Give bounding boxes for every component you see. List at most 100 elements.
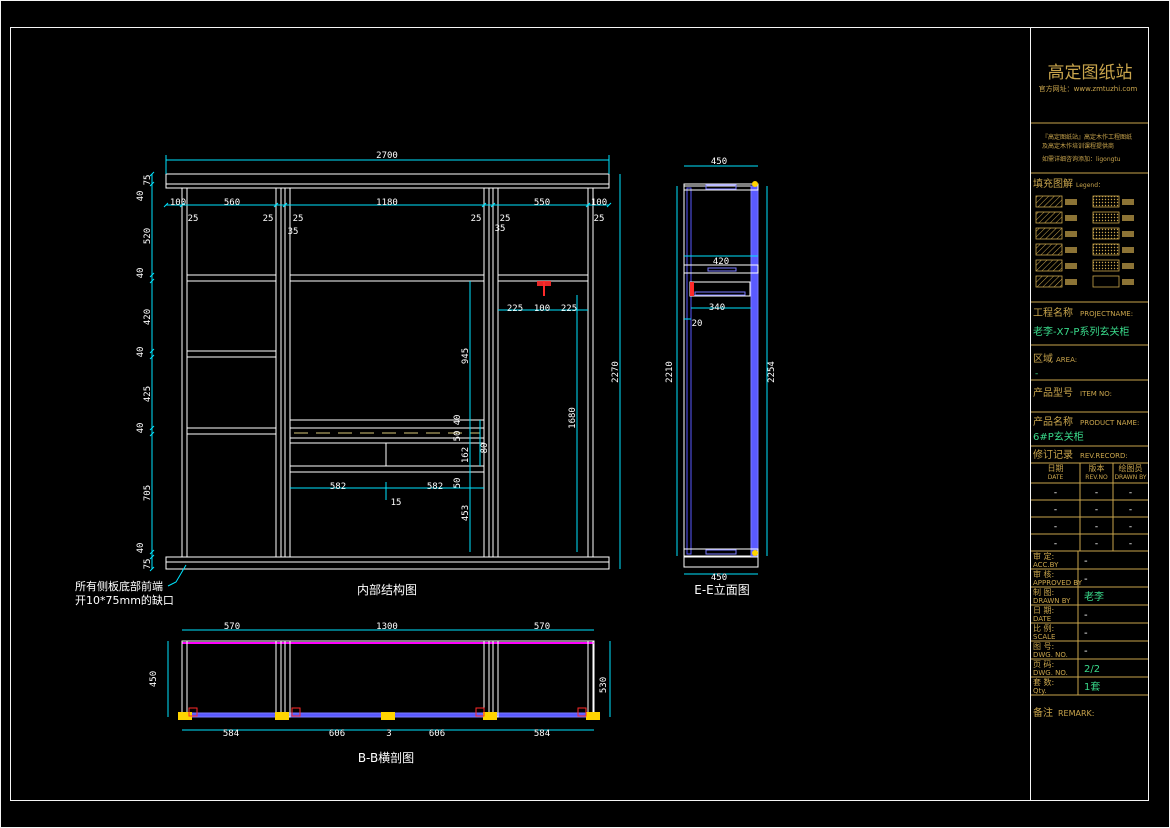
side-drawer <box>689 281 751 297</box>
section-side-right <box>587 640 594 718</box>
front-dimension-lines <box>151 155 621 569</box>
legend-sub: Legend： <box>1076 182 1104 189</box>
shelf <box>289 274 485 282</box>
meta-label-en: DATE <box>1033 615 1051 623</box>
legend-swatch-label <box>1065 199 1077 205</box>
dim-vertical: 40 <box>136 191 146 202</box>
dim-vertical: 705 <box>143 485 153 501</box>
side-mid-rail <box>707 267 737 272</box>
dim-side-inner: 340 <box>709 303 725 313</box>
section-dimension-text: 570 1300 570 584 606 3 606 584 450 530 <box>149 622 609 739</box>
dim-drawer-width: 582 <box>330 482 346 492</box>
meta-label: 日 期: <box>1033 606 1054 615</box>
dim-vertical: 40 <box>136 347 146 358</box>
rev-col-header: 版本 <box>1089 463 1105 473</box>
note-line-2: 开10*75mm的缺口 <box>75 593 174 607</box>
legend-swatch-label <box>1065 215 1077 221</box>
meta-value: - <box>1084 628 1088 639</box>
meta-value: - <box>1084 556 1088 567</box>
front-dimension-text: 2700 100 560 1180 550 100 25 25 25 25 25… <box>170 151 607 508</box>
title-block: 高定图纸站 官方网址：www.zmtuzhi.com 『高定图纸站』高定木作工程… <box>1031 63 1148 719</box>
dim-top-cell: 550 <box>534 198 550 208</box>
dim-inner-height: 50 <box>453 478 463 489</box>
revision-table: 日期DATE 版本REV.NO 绘图员DRAWN BY - - - - - - - - - - - - <box>1031 463 1148 552</box>
legend-swatch <box>1035 259 1063 272</box>
top-board <box>165 173 610 185</box>
product-label-en: PRODUCT NAME: <box>1080 419 1139 427</box>
item-label-en: ITEM NO: <box>1080 390 1112 398</box>
rev-cell: - <box>1054 522 1057 532</box>
promo-line: 『高定图纸站』高定木作工程图纸 <box>1042 133 1132 141</box>
divider-panel-4 <box>492 187 499 558</box>
legend-swatch <box>1035 243 1063 256</box>
dim-small: 35 <box>495 224 506 234</box>
dim-vertical: 425 <box>143 386 153 402</box>
cad-drawing-canvas: 2700 100 560 1180 550 100 25 25 25 25 25… <box>0 0 1170 828</box>
dim-small: 35 <box>288 227 299 237</box>
legend-swatch-label <box>1122 199 1134 205</box>
dim-vertical: 520 <box>143 228 153 244</box>
divider-panel-3 <box>483 187 490 558</box>
dim-section-depth: 450 <box>149 671 159 687</box>
dim-vertical: 75 <box>143 559 153 570</box>
dim-top-cell: 100 <box>170 198 186 208</box>
legend-swatch <box>1092 227 1120 240</box>
dim-section-bottom: 606 <box>329 729 345 739</box>
dim-drawer-width: 582 <box>427 482 443 492</box>
section-view: 570 1300 570 584 606 3 606 584 450 530 B… <box>149 622 611 765</box>
note-leader <box>167 564 187 587</box>
rev-col-header-en: DATE <box>1048 474 1064 481</box>
legend-swatch-label <box>1122 215 1134 221</box>
internal-structure-view <box>149 155 621 572</box>
dim-thickness: 25 <box>293 214 304 224</box>
meta-label-en: DRAWN BY <box>1033 597 1071 605</box>
dim-side-inner-height: 2210 <box>665 361 675 383</box>
area-value: - <box>1035 369 1038 379</box>
rev-cell: - <box>1095 539 1098 549</box>
top-band <box>165 183 610 189</box>
dim-inner-height: 945 <box>461 348 471 364</box>
front-vertical-dims: 75 40 520 40 420 40 425 40 705 40 75 227… <box>136 175 621 570</box>
brand-website: 官方网址：www.zmtuzhi.com <box>1039 84 1138 93</box>
divider-panel-2 <box>284 187 291 558</box>
drawer-bottom <box>289 465 485 473</box>
legend-swatch <box>1092 259 1120 272</box>
project-label: 工程名称 <box>1033 306 1073 319</box>
shelf <box>186 350 277 358</box>
dim-side-top: 450 <box>711 157 727 167</box>
hinge-top <box>752 181 758 187</box>
rev-cell: - <box>1054 539 1057 549</box>
dim-side-offset: 20 <box>692 319 703 329</box>
item-label: 产品型号 <box>1033 386 1073 399</box>
product-value: 6#P玄关柜 <box>1033 430 1084 443</box>
shelf <box>186 274 277 282</box>
rev-label-en: REV.RECORD: <box>1080 452 1128 460</box>
rev-col-header: 日期 <box>1048 464 1064 473</box>
legend-swatch <box>1092 275 1120 288</box>
meta-value: 1套 <box>1084 680 1100 693</box>
dim-inner-height: 50 <box>453 431 463 442</box>
legend-swatch <box>1035 275 1063 288</box>
rev-col-header-en: REV.NO <box>1085 474 1108 481</box>
meta-value: 2/2 <box>1084 664 1100 675</box>
dim-inner-height: 162 <box>461 447 471 463</box>
rev-cell: - <box>1095 505 1098 515</box>
legend-swatch-label <box>1122 231 1134 237</box>
dim-thickness: 25 <box>263 214 274 224</box>
rev-col-header: 绘图员 <box>1119 463 1143 473</box>
legend-swatch <box>1035 195 1063 208</box>
note-line-1: 所有侧板底部前端 <box>75 579 163 593</box>
area-label-en: AREA: <box>1056 356 1077 364</box>
dim-hang-rail: 225 <box>507 304 523 314</box>
legend-swatch <box>1092 195 1120 208</box>
section-view-title: B-B横剖图 <box>358 751 414 765</box>
legend-swatch-label <box>1065 263 1077 269</box>
elevation-dimension-text: 450 420 340 20 450 2210 2254 <box>665 157 777 583</box>
legend-swatch-label <box>1065 279 1077 285</box>
dim-top-cell: 1180 <box>376 198 398 208</box>
remark-label: 备注 <box>1033 706 1053 719</box>
side-outline <box>683 185 759 557</box>
project-value: 老李-X7-P系列玄关柜 <box>1033 325 1129 338</box>
divider-panel-1 <box>275 187 282 558</box>
dim-section-bottom: 584 <box>223 729 239 739</box>
